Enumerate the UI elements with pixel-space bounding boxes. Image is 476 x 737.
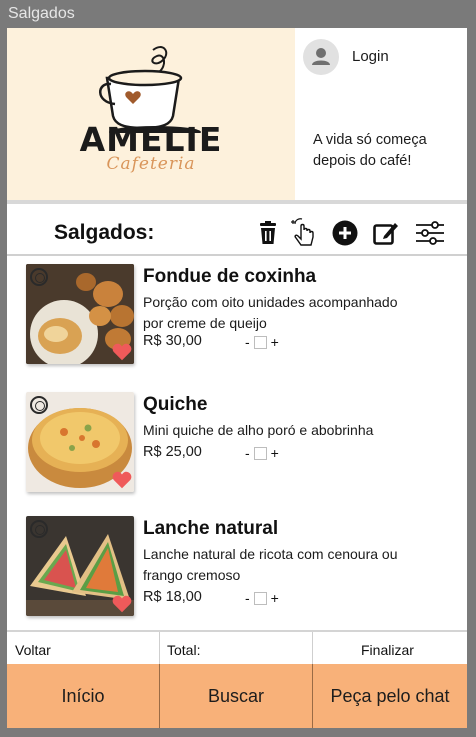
summary-divider	[159, 632, 160, 664]
user-panel: Login A vida só começa depois do café!	[295, 28, 467, 200]
product-name: Lanche natural	[143, 518, 279, 539]
window-titlebar: Salgados	[0, 0, 476, 28]
finish-button[interactable]: Finalizar	[361, 632, 414, 664]
section-title: Salgados:	[54, 221, 155, 244]
nav-chat-button[interactable]: Peça pelo chat	[313, 664, 467, 728]
filter-sliders-icon[interactable]	[415, 218, 445, 248]
favorite-heart-icon[interactable]	[111, 469, 133, 491]
app-frame: AMELIE Cafeteria Login A vida só começa …	[7, 28, 467, 728]
product-description: Porção com oito unidades acompanhado por…	[143, 294, 398, 331]
product-image	[26, 392, 134, 492]
tap-gesture-icon[interactable]	[288, 218, 318, 248]
favorite-heart-icon[interactable]	[111, 593, 133, 615]
product-name: Quiche	[143, 394, 208, 415]
quantity-field[interactable]	[253, 446, 267, 460]
summary-divider	[312, 632, 313, 664]
increase-button[interactable]: +	[271, 445, 279, 461]
product-description: Mini quiche de alho poró e abobrinha	[143, 422, 374, 438]
decrease-button[interactable]: -	[245, 334, 250, 350]
toolbar-divider	[7, 254, 467, 256]
product-item[interactable]: Fondue de coxinha Porção com oito unidad…	[7, 264, 467, 384]
product-price: R$ 25,00	[143, 444, 202, 460]
product-price: R$ 18,00	[143, 589, 202, 605]
decrease-button[interactable]: -	[245, 590, 250, 606]
select-radio-icon[interactable]	[30, 268, 48, 286]
coffee-cup-logo-icon	[99, 46, 201, 133]
product-item[interactable]: Quiche Mini quiche de alho poró e abobri…	[7, 392, 467, 512]
bottom-nav: Início Buscar Peça pelo chat	[7, 664, 467, 728]
select-radio-icon[interactable]	[30, 396, 48, 414]
product-price: R$ 30,00	[143, 333, 202, 349]
window-title: Salgados	[8, 5, 75, 22]
product-name: Fondue de coxinha	[143, 266, 317, 287]
back-button[interactable]: Voltar	[15, 632, 51, 664]
product-image	[26, 516, 134, 616]
increase-button[interactable]: +	[271, 334, 279, 350]
product-item[interactable]: Lanche natural Lanche natural de ricota …	[7, 516, 467, 636]
nav-home-button[interactable]: Início	[7, 664, 159, 728]
avatar[interactable]	[303, 39, 339, 75]
decrease-button[interactable]: -	[245, 445, 250, 461]
quantity-stepper[interactable]: - +	[245, 445, 279, 461]
select-radio-icon[interactable]	[30, 520, 48, 538]
tagline: A vida só começa depois do café!	[313, 132, 427, 169]
edit-icon[interactable]	[371, 218, 401, 248]
user-icon	[312, 48, 330, 65]
quantity-stepper[interactable]: - +	[245, 334, 279, 350]
nav-search-button[interactable]: Buscar	[160, 664, 312, 728]
quantity-stepper[interactable]: - +	[245, 590, 279, 606]
plus-circle-icon[interactable]	[330, 218, 360, 248]
login-link[interactable]: Login	[352, 48, 389, 65]
quantity-field[interactable]	[253, 591, 267, 605]
product-description: Lanche natural de ricota com cenoura ou …	[143, 546, 398, 583]
trash-icon[interactable]	[253, 218, 283, 248]
total-label: Total:	[167, 642, 201, 658]
order-summary-bar: Voltar Total: Finalizar	[7, 630, 467, 664]
favorite-heart-icon[interactable]	[111, 341, 133, 363]
product-image	[26, 264, 134, 364]
brand-subtitle: Cafeteria	[106, 154, 196, 174]
toolbar: Salgados:	[7, 204, 467, 254]
quantity-field[interactable]	[253, 335, 267, 349]
brand-header: AMELIE Cafeteria	[7, 28, 295, 200]
increase-button[interactable]: +	[271, 590, 279, 606]
